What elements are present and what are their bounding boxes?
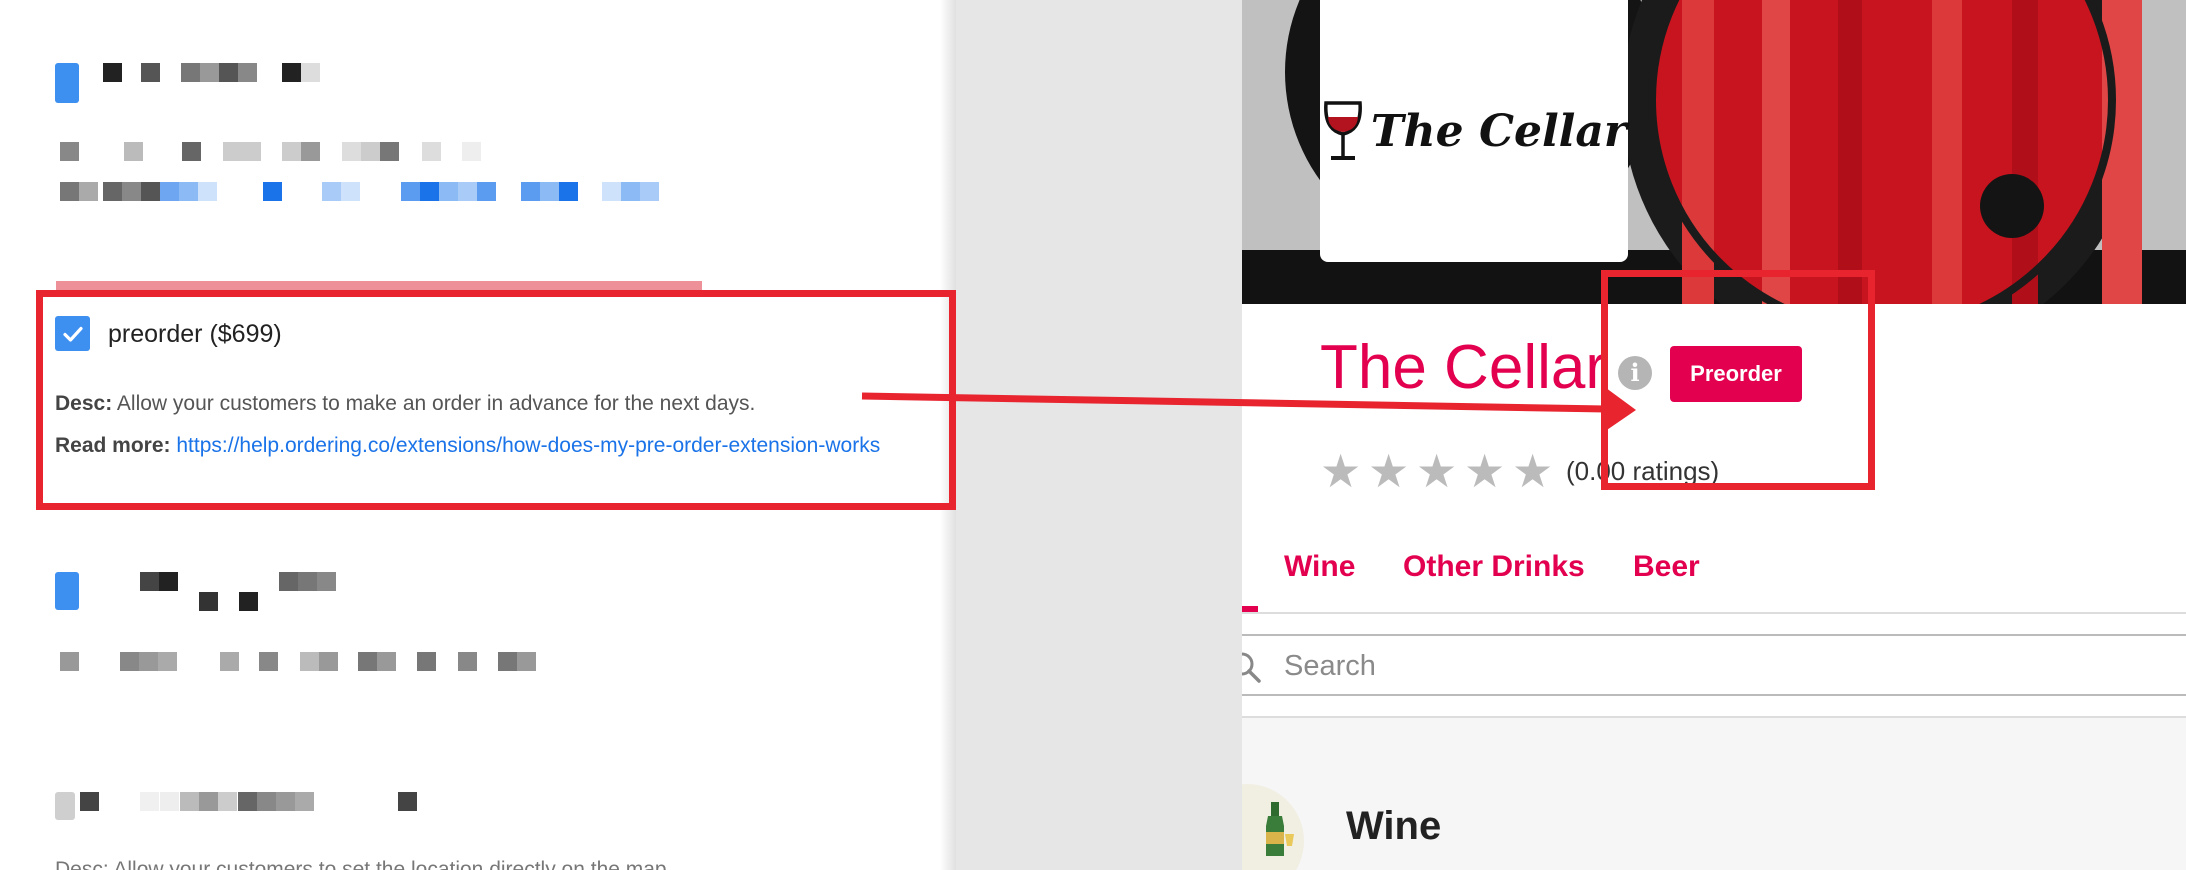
search-icon: [1242, 652, 1261, 683]
star-icon: ★: [1320, 445, 1362, 497]
store-banner: The Cellar: [1242, 0, 2186, 304]
category-title: Wine: [1346, 804, 1442, 848]
star-icon: ★: [1368, 445, 1410, 497]
active-tab-indicator: [1242, 606, 1258, 612]
search-bar: [1242, 634, 2186, 696]
tab-wine[interactable]: Wine: [1284, 550, 1355, 584]
store-name: The Cellar: [1320, 333, 1606, 402]
star-icon: ★: [1416, 445, 1458, 497]
category-thumbnail: [1242, 784, 1304, 870]
highlight-box-extension: [36, 290, 956, 510]
blurred-checkbox[interactable]: [55, 63, 79, 103]
logo-text: The Cellar: [1370, 105, 1628, 157]
tab-beer[interactable]: Beer: [1633, 550, 1700, 584]
search-input[interactable]: [1282, 644, 2166, 688]
background-gutter: [956, 0, 1242, 870]
cut-off-description: Desc: Allow your customers to set the lo…: [55, 858, 667, 870]
category-tabs: Wine Other Drinks Beer: [1242, 540, 2186, 614]
highlight-box-preorder: [1601, 270, 1875, 490]
tab-other-drinks[interactable]: Other Drinks: [1403, 550, 1585, 584]
star-icon: ★: [1512, 445, 1554, 497]
store-logo: The Cellar: [1320, 0, 1628, 262]
blurred-checkbox-3[interactable]: [55, 792, 75, 820]
wine-glass-icon: [1323, 101, 1362, 160]
champagne-bottle-icon: [1266, 802, 1294, 856]
blurred-checkbox-2[interactable]: [55, 572, 79, 610]
product-list: Wine: [1242, 716, 2186, 870]
star-icon: ★: [1464, 445, 1506, 497]
